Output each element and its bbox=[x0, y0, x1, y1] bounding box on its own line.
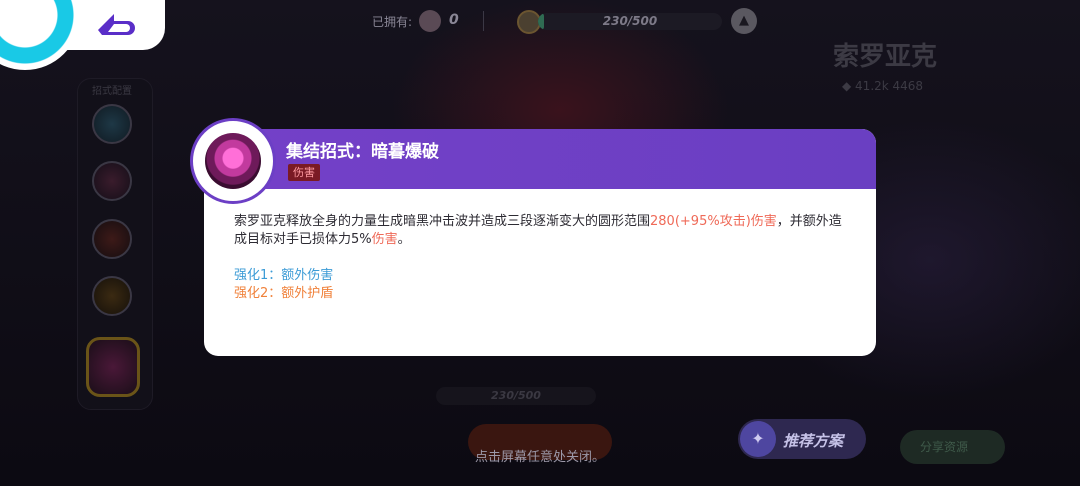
xp-text: 230/500 bbox=[602, 14, 658, 28]
skill-slot-3[interactable] bbox=[92, 276, 132, 316]
skill-slot-passive[interactable] bbox=[92, 104, 132, 144]
skill-slot-2[interactable] bbox=[92, 219, 132, 259]
skill-description: 索罗亚克释放全身的力量生成暗黑冲击波并造成三段逐渐变大的圆形范围280(+95%… bbox=[234, 213, 844, 249]
modal-header: 集结招式：暗暮爆破 伤害 bbox=[204, 129, 876, 189]
skill-rail-title: 招式配置 bbox=[92, 86, 132, 97]
recommend-label: 推荐方案 bbox=[783, 432, 844, 450]
enhancement-2: 强化2：额外护盾 bbox=[234, 286, 334, 301]
dark-blast-icon bbox=[205, 133, 261, 189]
owned-label: 已拥有: bbox=[372, 15, 413, 29]
owned-count: 0 bbox=[449, 12, 459, 28]
desc-text: 索罗亚克释放全身的力量生成暗黑冲击波并造成三段逐渐变大的圆形范围 bbox=[234, 214, 651, 229]
desc-damage-value: 280(+95%攻击)伤害 bbox=[650, 214, 777, 229]
level-up-button[interactable]: ▲ bbox=[731, 8, 757, 34]
damage-tag: 伤害 bbox=[288, 164, 320, 181]
hero-name: 索罗亚克 bbox=[833, 42, 938, 72]
skill-detail-modal[interactable]: 集结招式：暗暮爆破 伤害 索罗亚克释放全身的力量生成暗黑冲击波并造成三段逐渐变大… bbox=[204, 129, 876, 356]
skill-title: 集结招式：暗暮爆破 bbox=[286, 142, 439, 162]
unite-move-icon bbox=[193, 121, 273, 201]
ticket-icon bbox=[419, 10, 441, 32]
enhancement-1: 强化1：额外伤害 bbox=[234, 268, 334, 283]
lightbulb-icon: ✦ bbox=[740, 421, 776, 457]
divider bbox=[483, 11, 484, 31]
skill-slot-1[interactable] bbox=[92, 161, 132, 201]
mid-progress-text: 230/500 bbox=[491, 389, 541, 402]
skill-slot-unite-move[interactable] bbox=[86, 337, 140, 397]
desc-damage-word: 伤害 bbox=[371, 232, 398, 247]
desc-text: 。 bbox=[397, 232, 411, 247]
hero-subtitle: ◆ 41.2k 4468 bbox=[842, 79, 924, 93]
share-label: 分享资源 bbox=[920, 440, 969, 454]
